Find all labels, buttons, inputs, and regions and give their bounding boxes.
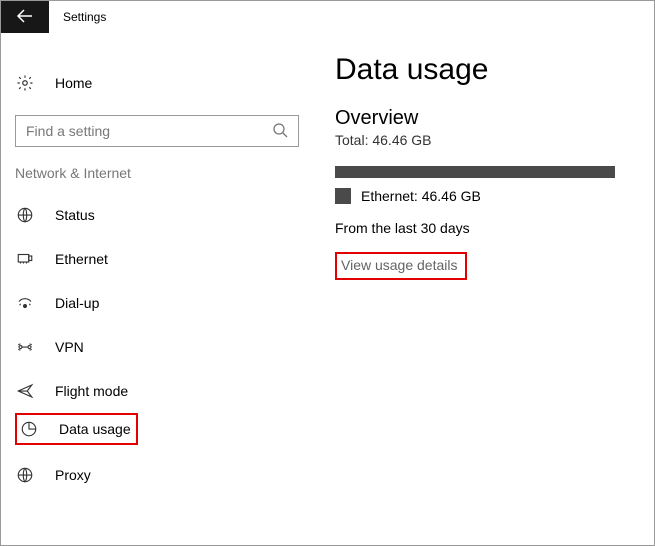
view-usage-details-link[interactable]: View usage details (341, 257, 457, 273)
vpn-icon (15, 337, 35, 357)
overview-heading: Overview (335, 107, 654, 130)
sidebar-item-label: Dial-up (55, 295, 99, 311)
legend-text: Ethernet: 46.46 GB (361, 188, 481, 204)
search-box[interactable] (15, 115, 299, 147)
search-icon (272, 122, 288, 141)
airplane-icon (15, 381, 35, 401)
sidebar-item-label: Status (55, 207, 95, 223)
sidebar-item-label: Data usage (59, 421, 131, 437)
sidebar-item-dialup[interactable]: Dial-up (15, 281, 311, 325)
period-text: From the last 30 days (335, 220, 654, 236)
sidebar-item-label: VPN (55, 339, 84, 355)
page-title: Data usage (335, 53, 654, 87)
window-title: Settings (63, 10, 106, 24)
legend-swatch (335, 188, 351, 204)
sidebar-item-label: Ethernet (55, 251, 108, 267)
main-content: Data usage Overview Total: 46.46 GB Ethe… (311, 33, 654, 545)
sidebar-item-datausage[interactable]: Data usage (15, 413, 138, 445)
sidebar-item-flightmode[interactable]: Flight mode (15, 369, 311, 413)
sidebar-item-proxy[interactable]: Proxy (15, 453, 311, 497)
status-icon (15, 205, 35, 225)
total-usage: Total: 46.46 GB (335, 132, 654, 148)
back-button[interactable] (1, 1, 49, 33)
sidebar-item-label: Proxy (55, 467, 91, 483)
sidebar-home[interactable]: Home (15, 61, 311, 105)
sidebar-home-label: Home (55, 75, 92, 91)
sidebar-item-vpn[interactable]: VPN (15, 325, 311, 369)
sidebar: Home Network & Internet Status (1, 33, 311, 545)
sidebar-item-label: Flight mode (55, 383, 128, 399)
search-input[interactable] (26, 123, 266, 139)
gear-icon (15, 73, 35, 93)
usage-bar (335, 166, 615, 178)
proxy-icon (15, 465, 35, 485)
ethernet-icon (15, 249, 35, 269)
sidebar-category-label: Network & Internet (15, 165, 311, 181)
sidebar-item-ethernet[interactable]: Ethernet (15, 237, 311, 281)
datausage-icon (19, 419, 39, 439)
back-arrow-icon (16, 7, 34, 28)
dialup-icon (15, 293, 35, 313)
sidebar-item-status[interactable]: Status (15, 193, 311, 237)
